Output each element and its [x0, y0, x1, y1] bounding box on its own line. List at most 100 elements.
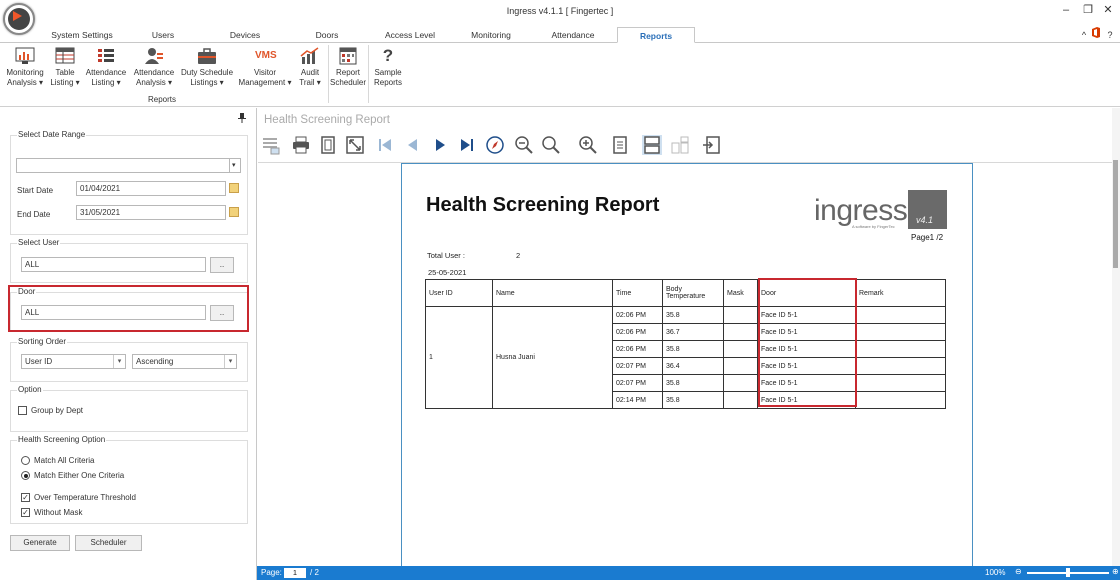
zoom-in-icon[interactable] — [578, 135, 598, 155]
ribbon-label: Analysis ▾ — [6, 77, 44, 87]
status-bar: Page: 1 / 2 100% ⊖ ⊕ — [257, 566, 1120, 580]
sort-order-dropdown[interactable]: Ascending ▾ — [132, 354, 237, 369]
sample-reports-button[interactable]: ? Sample Reports — [370, 47, 406, 87]
match-all-radio[interactable] — [21, 456, 30, 465]
export-icon[interactable] — [702, 135, 722, 155]
chevron-down-icon: ▾ — [113, 355, 125, 368]
print-icon[interactable] — [291, 135, 311, 155]
next-page-icon[interactable] — [430, 135, 450, 155]
zoom-in-icon[interactable]: ⊕ — [1112, 567, 1119, 576]
vertical-scrollbar[interactable] — [1112, 108, 1120, 566]
ribbon-label: Monitoring — [6, 68, 44, 77]
remark-cell — [855, 306, 946, 324]
visitor-management-button[interactable]: VMS Visitor Management ▾ — [236, 47, 294, 87]
audit-trail-button[interactable]: Audit Trail ▾ — [295, 47, 325, 87]
temperature-cell: 35.8 — [662, 306, 724, 324]
report-scheduler-button[interactable]: Report Scheduler — [330, 47, 366, 87]
calendar-icon[interactable] — [229, 207, 239, 217]
date-range-group: Select Date Range ▾ Start Date 01/04/202… — [10, 130, 248, 235]
previous-page-icon[interactable] — [402, 135, 422, 155]
date-range-preset-dropdown[interactable] — [16, 158, 241, 173]
time-cell: 02:07 PM — [612, 357, 663, 375]
page-label: Page: — [261, 568, 282, 577]
zoom-out-icon[interactable]: ⊖ — [1015, 567, 1022, 576]
match-either-label: Match Either One Criteria — [34, 471, 125, 480]
scrollbar-thumb[interactable] — [1113, 160, 1118, 268]
tab-devices[interactable]: Devices — [210, 27, 280, 43]
page-setup-icon[interactable] — [318, 135, 338, 155]
column-header: Name — [492, 279, 613, 307]
navigate-icon[interactable] — [485, 135, 505, 155]
zoom-icon[interactable] — [541, 135, 561, 155]
tab-attendance[interactable]: Attendance — [538, 27, 608, 43]
without-mask-checkbox[interactable]: ✓ — [21, 508, 30, 517]
browse-users-button[interactable]: .. — [210, 257, 234, 273]
report-title: Health Screening Report — [426, 194, 660, 216]
generate-button[interactable]: Generate — [10, 535, 70, 551]
over-temperature-checkbox[interactable]: ✓ — [21, 493, 30, 502]
ribbon-label: Management ▾ — [238, 77, 292, 87]
chevron-down-icon[interactable]: ▾ — [229, 158, 241, 173]
title-bar: Ingress v4.1.1 [ Fingertec ] – ❐ ✕ — [0, 0, 1120, 35]
report-criteria-panel: Select Date Range ▾ Start Date 01/04/202… — [0, 108, 257, 580]
ribbon-label: Trail ▾ — [299, 77, 321, 87]
document-view-icon[interactable] — [610, 135, 630, 155]
page-number-input[interactable]: 1 — [284, 568, 306, 578]
minimize-button[interactable]: – — [1058, 2, 1074, 18]
group-label: Select User — [17, 238, 61, 247]
report-scheduler-icon — [338, 47, 358, 65]
duty-schedule-listings-button[interactable]: Duty Schedule Listings ▾ — [178, 47, 236, 87]
remark-cell — [855, 323, 946, 341]
time-cell: 02:06 PM — [612, 306, 663, 324]
page-total: / 2 — [310, 568, 319, 577]
column-header: User ID — [425, 279, 493, 307]
tab-doors[interactable]: Doors — [295, 27, 359, 43]
tab-reports[interactable]: Reports — [617, 27, 695, 43]
close-button[interactable]: ✕ — [1100, 2, 1116, 18]
restore-button[interactable]: ❐ — [1080, 2, 1096, 18]
remark-cell — [855, 374, 946, 392]
first-page-icon[interactable] — [375, 135, 395, 155]
calendar-icon[interactable] — [229, 183, 239, 193]
zoom-slider-thumb[interactable] — [1066, 568, 1070, 577]
fit-page-icon[interactable] — [345, 135, 365, 155]
match-either-radio[interactable] — [21, 471, 30, 480]
tab-system-settings[interactable]: System Settings — [40, 27, 124, 43]
zoom-out-icon[interactable] — [514, 135, 534, 155]
end-date-field[interactable]: 31/05/2021 — [76, 205, 226, 220]
scheduler-button[interactable]: Scheduler — [75, 535, 142, 551]
start-date-field[interactable]: 01/04/2021 — [76, 181, 226, 196]
health-screening-option-group: Health Screening Option Match All Criter… — [10, 435, 248, 524]
mask-cell — [723, 323, 758, 341]
attendance-analysis-button[interactable]: Attendance Analysis ▾ — [131, 47, 177, 87]
tab-monitoring[interactable]: Monitoring — [458, 27, 524, 43]
tab-access-level[interactable]: Access Level — [375, 27, 445, 43]
export-options-icon[interactable] — [261, 135, 281, 155]
door-highlight-box — [8, 285, 249, 332]
group-by-dept-checkbox[interactable] — [18, 406, 27, 415]
sort-field-dropdown[interactable]: User ID ▾ — [21, 354, 126, 369]
ribbon-label: Visitor — [253, 68, 277, 77]
sorting-order-group: Sorting Order User ID ▾ Ascending ▾ — [10, 337, 248, 382]
table-row: 1 Husna Juani 02:06 PM 35.8 Face ID 5-1 — [425, 306, 946, 409]
chevron-down-icon: ▾ — [224, 355, 236, 368]
monitoring-analysis-button[interactable]: Monitoring Analysis ▾ — [2, 47, 48, 87]
ribbon-label: Listing ▾ — [91, 77, 121, 87]
last-page-icon[interactable] — [457, 135, 477, 155]
multi-page-icon[interactable] — [670, 135, 690, 155]
menu-tab-bar: System Settings Users Devices Doors Acce… — [0, 27, 1120, 43]
page-number: Page1 /2 — [911, 233, 944, 242]
temperature-cell: 36.4 — [662, 357, 724, 375]
attendance-listing-button[interactable]: Attendance Listing ▾ — [83, 47, 129, 87]
without-mask-label: Without Mask — [34, 508, 83, 517]
help-button[interactable]: ? — [1104, 27, 1116, 43]
group-label: Health Screening Option — [17, 435, 107, 444]
tab-users[interactable]: Users — [130, 27, 196, 43]
office-icon[interactable] — [1090, 27, 1102, 43]
pin-icon[interactable] — [238, 113, 246, 125]
zoom-level: 100% — [985, 568, 1006, 577]
table-listing-button[interactable]: Table Listing ▾ — [48, 47, 82, 87]
user-field[interactable]: ALL — [21, 257, 206, 272]
single-page-icon[interactable] — [642, 135, 662, 155]
time-cell: 02:06 PM — [612, 323, 663, 341]
